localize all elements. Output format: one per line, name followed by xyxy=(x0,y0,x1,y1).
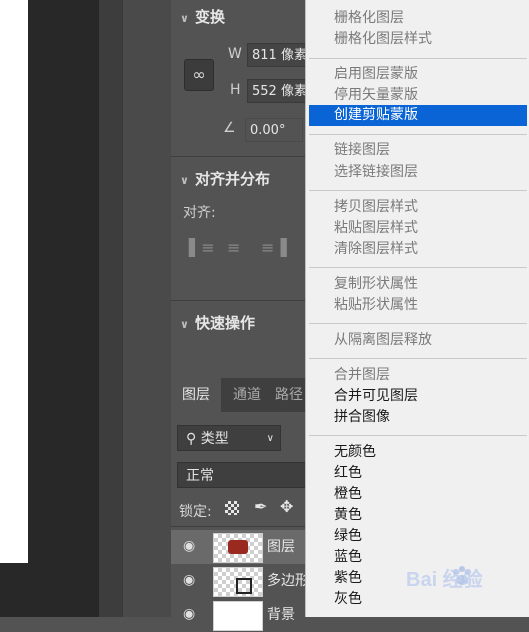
width-label: W xyxy=(228,46,242,62)
chevron-down-icon: ∨ xyxy=(180,12,189,25)
section-divider xyxy=(171,300,311,301)
menu-item-release-from-isolation: 从隔离图层释放 xyxy=(334,332,432,348)
menu-item-copy-layer-style: 拷贝图层样式 xyxy=(334,199,418,215)
layer-name[interactable]: 多边形 xyxy=(267,570,309,590)
menu-item-flatten-image[interactable]: 拼合图像 xyxy=(306,407,528,428)
menu-item-create-clipping-mask[interactable]: 创建剪贴蒙版 xyxy=(309,105,527,126)
transform-title: 变换 xyxy=(194,8,225,26)
lock-position-icon[interactable]: ✥ xyxy=(280,497,293,516)
layers-divider xyxy=(171,526,311,527)
eye-visibility-icon[interactable]: ◉ xyxy=(183,606,195,622)
lock-image-pixels-icon[interactable]: ✒ xyxy=(254,497,267,516)
menu-item-clear-layer-style: 清除图层样式 xyxy=(334,241,418,257)
chain-link-icon: ∞ xyxy=(192,65,206,84)
layer-filter-dropdown[interactable]: ⚲ 类型 ∨ xyxy=(177,425,281,451)
menu-separator xyxy=(309,358,527,359)
menu-item-copy-shape-attributes: 复制形状属性 xyxy=(334,276,418,292)
paw-logo-icon: Bai 经验 xyxy=(406,566,483,591)
angle-icon: ∠ xyxy=(223,120,236,136)
layers-panel: 图层 通道 路径 ⚲ 类型 ∨ 正常 锁定: ✒ ✥ ◉ 图层 ◉ 多边形 ◉ … xyxy=(171,378,311,631)
layer-thumbnail xyxy=(213,567,263,597)
baidu-jingyan-watermark: Bai 经验 xyxy=(402,560,528,600)
menu-separator xyxy=(309,267,527,268)
eye-visibility-icon[interactable]: ◉ xyxy=(183,538,195,554)
lock-transparent-pixels-icon[interactable] xyxy=(225,501,239,515)
height-label: H xyxy=(230,82,241,98)
document-canvas[interactable] xyxy=(0,0,28,563)
search-icon: ⚲ xyxy=(186,431,197,447)
align-left-edges-icon[interactable]: ▌≡ xyxy=(189,238,215,257)
layer-filter-value: 类型 xyxy=(200,431,229,447)
menu-item-color-orange[interactable]: 橙色 xyxy=(306,484,528,505)
layer-row[interactable]: ◉ 背景 xyxy=(171,598,311,632)
menu-item-rasterize-layer-style: 栅格化图层样式 xyxy=(334,31,432,47)
align-title: 对齐并分布 xyxy=(194,170,270,188)
menu-item-select-linked-layers: 选择链接图层 xyxy=(334,164,418,180)
tab-channels[interactable]: 通道 xyxy=(223,378,271,412)
layer-name[interactable]: 图层 xyxy=(267,536,295,556)
menu-separator xyxy=(309,323,527,324)
align-horizontal-centers-icon[interactable]: ≡ xyxy=(227,238,240,257)
properties-panel: ∨ 变换 ∞ W 811 像素 H 552 像素 ∠ 0.00° ∨ 对齐并分布 对… xyxy=(171,0,311,378)
section-divider xyxy=(171,156,311,157)
lock-label: 锁定: xyxy=(179,504,212,520)
menu-item-merge-layers: 合并图层 xyxy=(334,367,390,383)
quick-actions-title: 快速操作 xyxy=(194,314,255,332)
layer-row[interactable]: ◉ 图层 xyxy=(171,530,311,564)
menu-separator xyxy=(309,190,527,191)
tab-layers[interactable]: 图层 xyxy=(171,378,221,412)
chevron-down-icon: ∨ xyxy=(266,433,274,444)
menu-item-color-green[interactable]: 绿色 xyxy=(306,526,528,547)
layer-name[interactable]: 背景 xyxy=(267,604,295,624)
layer-thumbnail xyxy=(213,533,263,563)
menu-item-color-none[interactable]: 无颜色 xyxy=(306,442,528,463)
eye-visibility-icon[interactable]: ◉ xyxy=(183,572,195,588)
layer-thumbnail xyxy=(213,601,263,631)
menu-item-paste-layer-style: 粘贴图层样式 xyxy=(334,220,418,236)
menu-item-color-red[interactable]: 红色 xyxy=(306,463,528,484)
menu-item-merge-visible[interactable]: 合并可见图层 xyxy=(306,386,528,407)
align-label: 对齐: xyxy=(183,205,216,221)
layer-context-menu: 栅格化图层 栅格化图层样式 启用图层蒙版 停用矢量蒙版 创建剪贴蒙版 链接图层 … xyxy=(305,0,529,617)
menu-item-disable-vector-mask: 停用矢量蒙版 xyxy=(334,87,418,103)
menu-item-enable-layer-mask: 启用图层蒙版 xyxy=(334,66,418,82)
chevron-down-icon: ∨ xyxy=(180,318,189,331)
menu-item-paste-shape-attributes: 粘贴形状属性 xyxy=(334,297,418,313)
angle-field[interactable]: 0.00° xyxy=(245,118,303,142)
menu-separator xyxy=(309,435,527,436)
quick-actions-section-header[interactable]: ∨ 快速操作 xyxy=(180,312,255,333)
menu-separator xyxy=(309,58,527,59)
panel-dock-divider xyxy=(122,0,172,617)
align-right-edges-icon[interactable]: ≡▐ xyxy=(261,238,287,257)
chevron-down-icon: ∨ xyxy=(180,174,189,187)
link-dimensions-button[interactable]: ∞ xyxy=(184,59,214,91)
layers-tab-bar: 图层 通道 路径 xyxy=(171,378,311,412)
layer-row[interactable]: ◉ 多边形 xyxy=(171,564,311,598)
canvas-scroll-margin xyxy=(99,0,122,617)
menu-item-rasterize-layer: 栅格化图层 xyxy=(334,10,404,26)
watermark-text: Bai 经验 xyxy=(406,567,483,591)
width-field[interactable]: 811 像素 xyxy=(247,43,311,67)
blend-mode-dropdown[interactable]: 正常 xyxy=(177,462,311,488)
menu-separator xyxy=(309,134,527,135)
menu-item-link-layers: 链接图层 xyxy=(334,142,390,158)
align-section-header[interactable]: ∨ 对齐并分布 xyxy=(180,168,270,189)
transform-section-header[interactable]: ∨ 变换 xyxy=(180,6,225,27)
height-field[interactable]: 552 像素 xyxy=(247,79,311,103)
menu-item-color-yellow[interactable]: 黄色 xyxy=(306,505,528,526)
